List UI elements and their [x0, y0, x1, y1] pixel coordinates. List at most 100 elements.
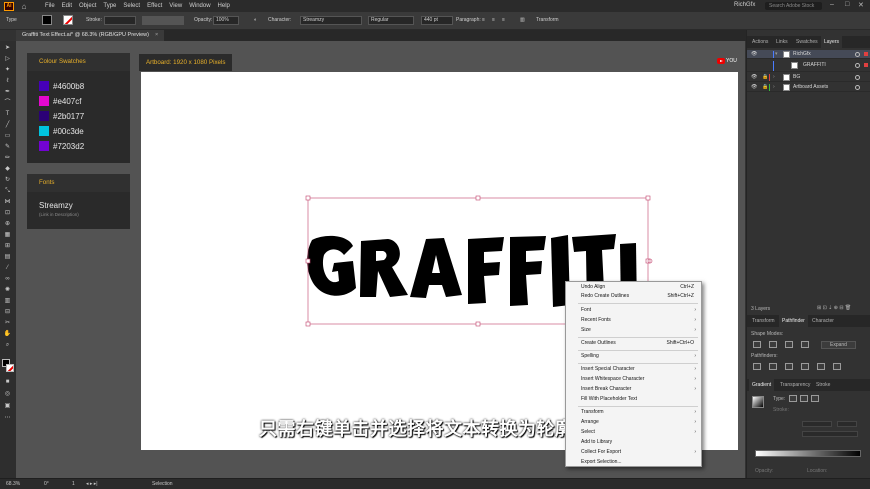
paintbrush-tool-icon[interactable]: ✎	[3, 144, 12, 151]
tab-transform[interactable]: Transform	[749, 315, 778, 327]
menu-item-collect-for-export[interactable]: Collect For Export ›	[566, 448, 701, 457]
exclude-icon[interactable]	[801, 341, 809, 348]
artboard-tool-icon[interactable]: ⊟	[3, 309, 12, 316]
outline-icon[interactable]	[817, 363, 825, 370]
crop-icon[interactable]	[801, 363, 809, 370]
edit-toolbar-icon[interactable]: ⋯	[3, 415, 12, 422]
document-tab[interactable]: Graffiti Text Effect.ai* @ 68.3% (RGB/GP…	[16, 30, 165, 41]
expand-arrow-icon[interactable]: ▾	[775, 50, 778, 59]
rectangle-tool-icon[interactable]: ▭	[3, 133, 12, 140]
symbol-sprayer-icon[interactable]: ✺	[3, 287, 12, 294]
layer-name[interactable]: RichGfx	[793, 50, 811, 59]
perspective-grid-icon[interactable]: ▦	[3, 232, 12, 239]
rotation-value[interactable]: 0°	[44, 481, 49, 487]
layer-row[interactable]: 👁 🔒 › BG	[747, 73, 870, 82]
visibility-eye-icon[interactable]: 👁	[751, 73, 757, 82]
menu-item-font[interactable]: Font ›	[566, 306, 701, 315]
linear-gradient-icon[interactable]	[789, 395, 797, 402]
menu-edit[interactable]: Edit	[62, 3, 72, 9]
menu-item-export-selection[interactable]: Export Selection...	[566, 458, 701, 467]
radial-gradient-icon[interactable]	[800, 395, 808, 402]
transform-label[interactable]: Transform	[536, 17, 559, 23]
gradient-preview[interactable]	[752, 396, 764, 408]
shape-builder-tool-icon[interactable]: ⊕	[3, 221, 12, 228]
layer-target-icon[interactable]	[855, 85, 860, 90]
artboard-nav-icons[interactable]: ◂ ▸ ▸|	[86, 481, 98, 487]
mesh-tool-icon[interactable]: ⊞	[3, 243, 12, 250]
selection-tool-icon[interactable]: ➤	[3, 45, 12, 52]
menu-item-undo-align[interactable]: Undo Align Ctrl+Z	[566, 283, 701, 292]
trim-icon[interactable]	[769, 363, 777, 370]
layer-name[interactable]: Artboard Assets	[793, 83, 828, 92]
font-family-field[interactable]: Streamzy	[300, 16, 362, 25]
menu-item-arrange[interactable]: Arrange ›	[566, 418, 701, 427]
tab-actions[interactable]: Actions	[749, 36, 771, 48]
color-mode-icons[interactable]: ■	[3, 379, 12, 386]
menu-select[interactable]: Select	[123, 3, 140, 9]
layer-name[interactable]: BG	[793, 73, 800, 82]
freeform-gradient-icon[interactable]	[811, 395, 819, 402]
artboard-number[interactable]: 1	[72, 481, 75, 487]
zoom-tool-icon[interactable]: ⌕	[3, 342, 12, 349]
free-transform-tool-icon[interactable]: ⊡	[3, 210, 12, 217]
blend-tool-icon[interactable]: ∞	[3, 276, 12, 283]
menu-view[interactable]: View	[169, 3, 182, 9]
line-tool-icon[interactable]: ╱	[3, 122, 12, 129]
align-center-icon[interactable]: ≡	[492, 17, 495, 23]
menu-item-insert-whitespace-character[interactable]: Insert Whitespace Character ›	[566, 375, 701, 384]
tab-swatches[interactable]: Swatches	[793, 36, 821, 48]
recolor-icon[interactable]: ◐	[254, 17, 257, 23]
menu-item-recent-fonts[interactable]: Recent Fonts ›	[566, 316, 701, 325]
illustrator-logo[interactable]: Ai	[4, 1, 14, 11]
menu-help[interactable]: Help	[218, 3, 230, 9]
visibility-eye-icon[interactable]: 👁	[751, 50, 757, 59]
menu-item-create-outlines[interactable]: Create Outlines Shift+Ctrl+O	[566, 339, 701, 348]
type-tool-icon[interactable]: T	[3, 111, 12, 118]
workspace-switcher[interactable]: RichGfx	[734, 2, 755, 8]
zoom-level[interactable]: 68.3%	[6, 481, 20, 487]
stock-search-input[interactable]: Search Adobe Stock	[765, 2, 822, 10]
column-graph-tool-icon[interactable]: ▥	[3, 298, 12, 305]
tab-character[interactable]: Character	[809, 315, 837, 327]
menu-item-size[interactable]: Size ›	[566, 326, 701, 335]
layer-target-icon[interactable]	[855, 63, 860, 68]
minus-back-icon[interactable]	[833, 363, 841, 370]
menu-item-insert-break-character[interactable]: Insert Break Character ›	[566, 385, 701, 394]
fill-swatch[interactable]	[42, 15, 52, 25]
font-style-field[interactable]: Regular	[368, 16, 414, 25]
tab-links[interactable]: Links	[773, 36, 791, 48]
curvature-tool-icon[interactable]: ⌒	[3, 100, 12, 107]
tab-layers[interactable]: Layers	[821, 36, 843, 48]
menu-item-fill-placeholder-text[interactable]: Fill With Placeholder Text	[566, 395, 701, 404]
menu-item-spelling[interactable]: Spelling ›	[566, 352, 701, 361]
width-tool-icon[interactable]: ⋈	[3, 199, 12, 206]
unite-icon[interactable]	[753, 341, 761, 348]
maximize-icon[interactable]: □	[845, 1, 849, 8]
screen-mode-icon[interactable]: ▣	[3, 403, 12, 410]
menu-file[interactable]: File	[45, 3, 55, 9]
stroke-weight-field[interactable]	[104, 16, 136, 25]
gradient-aspect-field[interactable]	[837, 421, 857, 427]
menu-item-insert-special-character[interactable]: Insert Special Character ›	[566, 365, 701, 374]
opacity-field[interactable]: 100%	[213, 16, 239, 25]
tab-stroke[interactable]: Stroke	[813, 379, 833, 391]
lock-icon[interactable]: 🔒	[762, 73, 768, 82]
menu-type[interactable]: Type	[103, 3, 116, 9]
tab-gradient[interactable]: Gradient	[749, 379, 775, 391]
font-size-field[interactable]: 440 pt	[421, 16, 453, 25]
hand-tool-icon[interactable]: ✋	[3, 331, 12, 338]
divide-icon[interactable]	[753, 363, 761, 370]
intersect-icon[interactable]	[785, 341, 793, 348]
pen-tool-icon[interactable]: ✒	[3, 89, 12, 96]
layers-footer-icons[interactable]: ⊞ ⊡ ⇣ ⊕ ⊟ 🗑	[817, 305, 851, 311]
lock-icon[interactable]: 🔒	[762, 83, 768, 92]
expand-arrow-icon[interactable]: ›	[773, 83, 775, 92]
magic-wand-icon[interactable]: ✦	[3, 67, 12, 74]
gradient-tool-icon[interactable]: ▤	[3, 254, 12, 261]
lasso-tool-icon[interactable]: ℓ	[3, 78, 12, 85]
menu-item-redo-create-outlines[interactable]: Redo Create Outlines Shift+Ctrl+Z	[566, 292, 701, 301]
rotate-tool-icon[interactable]: ↻	[3, 177, 12, 184]
gradient-edit-field[interactable]	[802, 431, 858, 437]
minimize-icon[interactable]: –	[830, 1, 834, 8]
layer-name[interactable]: GRAFFITI	[803, 61, 826, 70]
